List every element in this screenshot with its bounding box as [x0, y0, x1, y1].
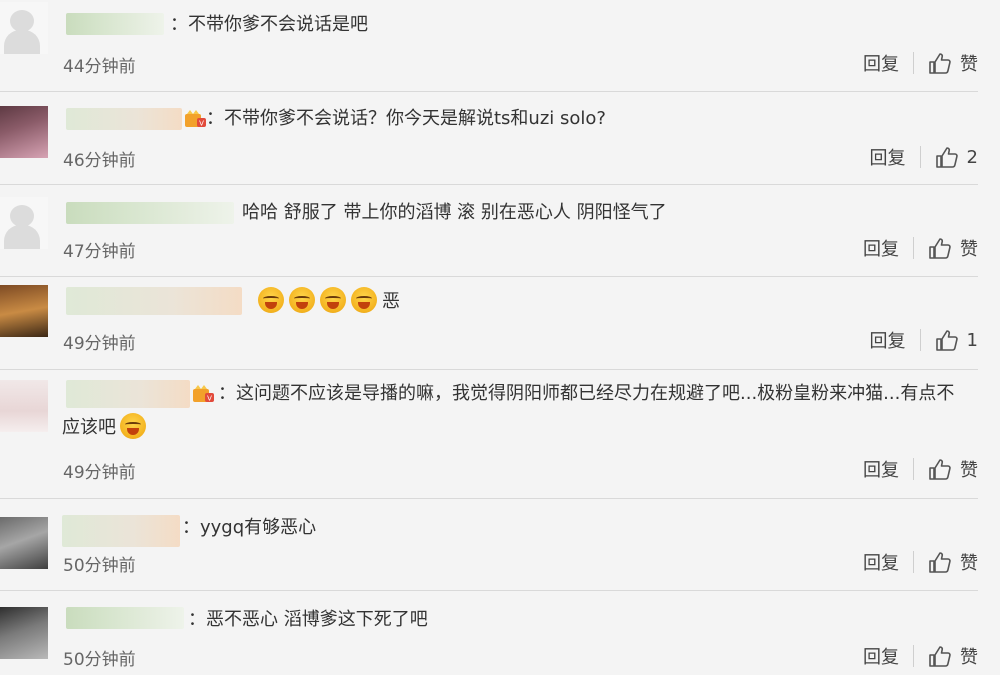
comment-actions: 回复 赞 — [863, 456, 978, 482]
comment-time: 49分钟前 — [63, 334, 136, 354]
comment-text: ：不带你爹不会说话是吧 — [170, 14, 368, 35]
action-divider — [913, 645, 914, 667]
username-blurred[interactable] — [62, 515, 180, 547]
comment-item: ：yygq有够恶心 50分钟前 回复 赞 — [0, 499, 1000, 590]
like-button[interactable]: 赞 — [928, 50, 978, 76]
reply-button[interactable]: 回复 — [870, 144, 906, 170]
username-blurred[interactable] — [66, 607, 184, 629]
action-divider — [919, 146, 921, 168]
comment-time: 50分钟前 — [63, 650, 136, 670]
comment-text: ：这问题不应该是导播的嘛，我觉得阴阳师都已经尽力在规避了吧...极粉皇粉来冲猫.… — [62, 377, 968, 445]
crying-emoji-icon — [289, 287, 315, 313]
username-blurred[interactable] — [66, 108, 182, 130]
vip-badge-icon: V — [185, 110, 206, 128]
comment-actions: 回复 赞 — [863, 549, 978, 575]
like-button[interactable]: 赞 — [928, 235, 978, 261]
comment-time: 44分钟前 — [63, 57, 136, 77]
reply-button[interactable]: 回复 — [863, 549, 899, 575]
like-button[interactable]: 赞 — [928, 549, 978, 575]
comment-item: V ：不带你爹不会说话？你今天是解说ts和uzi solo? 46分钟前 回复 … — [0, 92, 1000, 184]
crying-emoji-icon — [351, 287, 377, 313]
comment-text: ：不带你爹不会说话？你今天是解说ts和uzi solo? — [206, 108, 606, 129]
avatar[interactable] — [0, 106, 48, 158]
comment-item: ：不带你爹不会说话是吧 44分钟前 回复 赞 — [0, 0, 1000, 90]
thumbs-up-icon — [929, 646, 951, 667]
svg-text:V: V — [199, 120, 204, 128]
comment-item: ：恶不恶心 滔博爹这下死了吧 50分钟前 回复 赞 — [0, 591, 1000, 675]
comment-item: V ：这问题不应该是导播的嘛，我觉得阴阳师都已经尽力在规避了吧...极粉皇粉来冲… — [0, 370, 1000, 498]
like-button[interactable]: 1 — [935, 329, 978, 351]
comment-text: ：恶不恶心 滔博爹这下死了吧 — [188, 609, 428, 630]
avatar[interactable] — [0, 197, 48, 249]
avatar[interactable] — [0, 285, 48, 337]
avatar[interactable] — [0, 2, 48, 54]
like-label: 赞 — [960, 239, 978, 260]
like-count: 2 — [966, 146, 978, 168]
comment-actions: 回复 2 — [870, 144, 978, 170]
comment-list: ：不带你爹不会说话是吧 44分钟前 回复 赞 V ：不带你爹不会说话？你今天是解… — [0, 0, 1000, 675]
like-label: 赞 — [960, 647, 978, 668]
comment-text: 哈哈 舒服了 带上你的滔博 滚 别在恶心人 阴阳怪气了 — [242, 202, 667, 223]
like-button[interactable]: 赞 — [928, 643, 978, 669]
reply-button[interactable]: 回复 — [863, 235, 899, 261]
thumbs-up-icon — [929, 552, 951, 573]
thumbs-up-icon — [935, 330, 958, 351]
laughing-crying-emoji-icon — [120, 413, 146, 439]
avatar[interactable] — [0, 517, 48, 569]
comment-actions: 回复 1 — [870, 327, 978, 353]
reply-button[interactable]: 回复 — [863, 643, 899, 669]
reply-button[interactable]: 回复 — [870, 327, 906, 353]
username-blurred[interactable] — [66, 287, 242, 315]
username-blurred[interactable] — [66, 202, 234, 224]
comment-time: 46分钟前 — [63, 151, 136, 171]
comment-text: 恶 — [258, 285, 400, 319]
avatar[interactable] — [0, 380, 48, 432]
thumbs-up-icon — [935, 147, 958, 168]
comment-time: 50分钟前 — [63, 556, 136, 576]
action-divider — [913, 551, 914, 573]
action-divider — [913, 458, 914, 480]
comment-actions: 回复 赞 — [863, 50, 978, 76]
thumbs-up-icon — [929, 53, 951, 74]
like-label: 赞 — [960, 54, 978, 75]
crying-emoji-icon — [258, 287, 284, 313]
thumbs-up-icon — [929, 238, 951, 259]
like-button[interactable]: 赞 — [928, 456, 978, 482]
like-count: 1 — [966, 329, 978, 351]
crying-emoji-icon — [320, 287, 346, 313]
thumbs-up-icon — [929, 459, 951, 480]
action-divider — [913, 52, 914, 74]
reply-button[interactable]: 回复 — [863, 456, 899, 482]
like-button[interactable]: 2 — [935, 146, 978, 168]
username-blurred[interactable] — [66, 13, 164, 35]
reply-button[interactable]: 回复 — [863, 50, 899, 76]
action-divider — [919, 329, 921, 351]
comment-actions: 回复 赞 — [863, 235, 978, 261]
avatar[interactable] — [0, 607, 48, 659]
comment-item: 哈哈 舒服了 带上你的滔博 滚 别在恶心人 阴阳怪气了 47分钟前 回复 赞 — [0, 185, 1000, 276]
comment-item: 恶 49分钟前 回复 1 — [0, 277, 1000, 369]
comment-text-body: ：这问题不应该是导播的嘛，我觉得阴阳师都已经尽力在规避了吧...极粉皇粉来冲猫.… — [62, 383, 955, 438]
action-divider — [913, 237, 914, 259]
like-label: 赞 — [960, 460, 978, 481]
like-label: 赞 — [960, 553, 978, 574]
comment-time: 47分钟前 — [63, 242, 136, 262]
comment-text: ：yygq有够恶心 — [182, 517, 317, 538]
comment-actions: 回复 赞 — [863, 643, 978, 669]
comment-text-suffix: 恶 — [382, 291, 400, 312]
comment-time: 49分钟前 — [63, 463, 136, 483]
